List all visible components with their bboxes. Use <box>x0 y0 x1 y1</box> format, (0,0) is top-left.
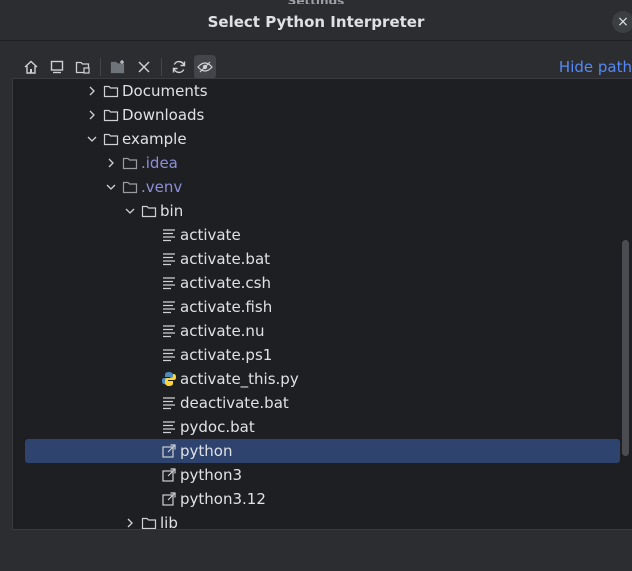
tree-item-label: example <box>122 130 187 148</box>
chevron-right-icon <box>89 110 95 120</box>
toolbar-separator <box>100 58 101 76</box>
home-icon <box>24 60 38 74</box>
show-hidden-files-button[interactable] <box>194 55 216 79</box>
text-file-icon <box>163 349 175 362</box>
desktop-icon <box>50 60 64 74</box>
tree-item-label: lib <box>160 514 178 530</box>
toolbar-separator <box>161 58 162 76</box>
desktop-button[interactable] <box>46 55 68 79</box>
tree-item-label: .idea <box>141 154 178 172</box>
excluded-folder-icon <box>122 157 138 170</box>
tree-item-bin[interactable]: bin <box>123 199 183 223</box>
hide-path-link[interactable]: Hide path <box>559 58 632 76</box>
tree-item-documents[interactable]: Documents <box>85 79 208 103</box>
tree-item-file[interactable]: activate <box>161 223 241 247</box>
folder-icon <box>103 85 119 98</box>
symlink-icon <box>162 444 176 458</box>
chevron-right-icon <box>108 158 114 168</box>
tree-item-label: pydoc.bat <box>180 418 255 436</box>
text-file-icon <box>163 421 175 434</box>
tree-item-label: activate_this.py <box>180 370 299 388</box>
chevron-down-icon <box>106 184 116 190</box>
tree-item-file[interactable]: python3 <box>161 463 242 487</box>
chevron-right-icon <box>127 518 133 528</box>
tree-item-downloads[interactable]: Downloads <box>85 103 204 127</box>
project-directory-button[interactable] <box>72 55 94 79</box>
text-file-icon <box>163 277 175 290</box>
text-file-icon <box>163 253 175 266</box>
home-button[interactable] <box>20 55 42 79</box>
tree-item-label: activate.nu <box>180 322 265 340</box>
tree-item-example[interactable]: example <box>85 127 187 151</box>
tree-item-file[interactable]: python3.12 <box>161 487 266 511</box>
project-folder-icon <box>75 61 90 74</box>
tree-scrollbar[interactable] <box>622 240 629 456</box>
tree-item-file[interactable]: activate_this.py <box>161 367 299 391</box>
delete-icon <box>138 61 150 73</box>
folder-icon <box>141 205 157 218</box>
delete-button[interactable] <box>133 55 155 79</box>
text-file-icon <box>163 301 175 314</box>
tree-item-label: activate <box>180 226 241 244</box>
text-file-icon <box>163 325 175 338</box>
tree-item-file[interactable]: activate.csh <box>161 271 271 295</box>
new-folder-button[interactable] <box>107 55 129 79</box>
excluded-folder-icon <box>122 181 138 194</box>
tree-item-label: activate.bat <box>180 250 271 268</box>
tree-item-idea[interactable]: .idea <box>104 151 178 175</box>
dialog-titlebar: Select Python Interpreter × <box>0 4 632 41</box>
tree-item-label: deactivate.bat <box>180 394 289 412</box>
tree-item-label: Documents <box>122 82 208 100</box>
file-chooser-toolbar <box>20 54 220 80</box>
tree-item-label: bin <box>160 202 184 220</box>
symlink-icon <box>162 492 176 506</box>
tree-item-file[interactable]: activate.bat <box>161 247 270 271</box>
close-button[interactable]: × <box>612 11 632 33</box>
refresh-icon <box>172 60 186 74</box>
tree-item-file[interactable]: pydoc.bat <box>161 415 255 439</box>
tree-item-file[interactable]: activate.fish <box>161 295 272 319</box>
tree-item-label: activate.csh <box>180 274 272 292</box>
tree-item-label: python3.12 <box>180 490 266 508</box>
tree-item-label: activate.ps1 <box>180 346 273 364</box>
new-folder-icon <box>110 60 125 74</box>
hidden-files-eye-icon <box>197 61 213 73</box>
tree-item-lib[interactable]: lib <box>123 511 178 530</box>
folder-icon <box>103 109 119 122</box>
symlink-icon <box>162 468 176 482</box>
dialog-title: Select Python Interpreter <box>207 13 425 31</box>
tree-item-file[interactable]: activate.nu <box>161 319 264 343</box>
tree-item-venv[interactable]: .venv <box>104 175 182 199</box>
tree-item-label: activate.fish <box>180 298 273 316</box>
tree-item-label: python3 <box>180 466 243 484</box>
file-tree[interactable]: Documents Downloads example .idea .venv … <box>12 78 632 530</box>
folder-icon <box>141 517 157 529</box>
chevron-down-icon <box>125 208 135 214</box>
python-file-icon <box>162 372 176 386</box>
refresh-button[interactable] <box>168 55 190 79</box>
tree-item-file[interactable]: activate.ps1 <box>161 343 272 367</box>
tree-item-label: .venv <box>141 178 183 196</box>
text-file-icon <box>163 229 175 242</box>
tree-item-label: Downloads <box>122 106 205 124</box>
chevron-right-icon <box>89 86 95 96</box>
tree-item-python-selected[interactable]: python <box>25 439 620 463</box>
tree-item-file[interactable]: deactivate.bat <box>161 391 289 415</box>
folder-icon <box>103 133 119 146</box>
text-file-icon <box>163 397 175 410</box>
chevron-down-icon <box>87 136 97 142</box>
tree-item-label: python <box>180 442 233 460</box>
